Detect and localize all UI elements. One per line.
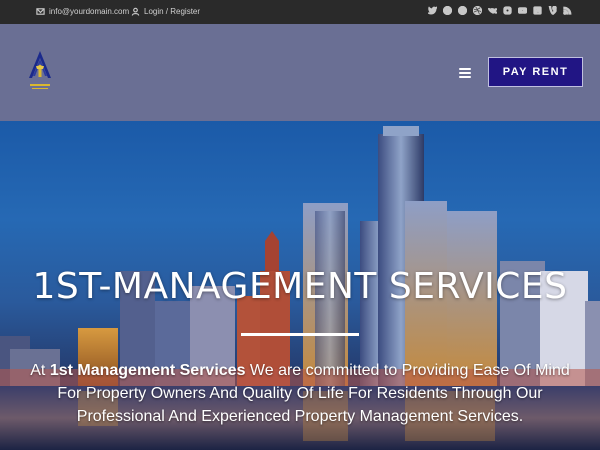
twitter-icon[interactable]: [428, 6, 437, 15]
login-text: Login / Register: [144, 7, 201, 16]
youtube-icon[interactable]: [518, 6, 527, 15]
social-links: [428, 6, 572, 15]
instagram-icon[interactable]: [503, 6, 512, 15]
rss-icon[interactable]: [563, 6, 572, 15]
vimeo-square-icon[interactable]: [533, 6, 542, 15]
envelope-icon: [36, 8, 45, 15]
pay-rent-button[interactable]: PAY RENT: [488, 57, 583, 87]
vk-icon[interactable]: [488, 6, 497, 15]
hero-section: 1ST-MANAGEMENT SERVICES At 1st Managemen…: [0, 121, 600, 450]
login-register-link[interactable]: Login / Register: [131, 7, 200, 16]
hamburger-menu-icon[interactable]: [459, 68, 471, 78]
company-name: 1st Management Services: [49, 362, 246, 379]
top-bar: info@yourdomain.com Login / Register: [0, 0, 600, 24]
title-divider: [241, 333, 359, 336]
hero-title: 1ST-MANAGEMENT SERVICES: [32, 266, 568, 307]
hero-description: At 1st Management Services We are commit…: [30, 359, 570, 428]
desc-prefix: At: [30, 362, 50, 379]
email-text: info@yourdomain.com: [49, 7, 130, 16]
facebook-icon[interactable]: [443, 6, 452, 15]
vine-icon[interactable]: [548, 6, 557, 15]
site-header: PAY RENT: [0, 24, 600, 121]
pinterest-icon[interactable]: [458, 6, 467, 15]
company-logo[interactable]: [26, 50, 54, 94]
email-link[interactable]: info@yourdomain.com: [36, 7, 129, 16]
dribbble-icon[interactable]: [473, 6, 482, 15]
user-icon: [131, 7, 140, 16]
